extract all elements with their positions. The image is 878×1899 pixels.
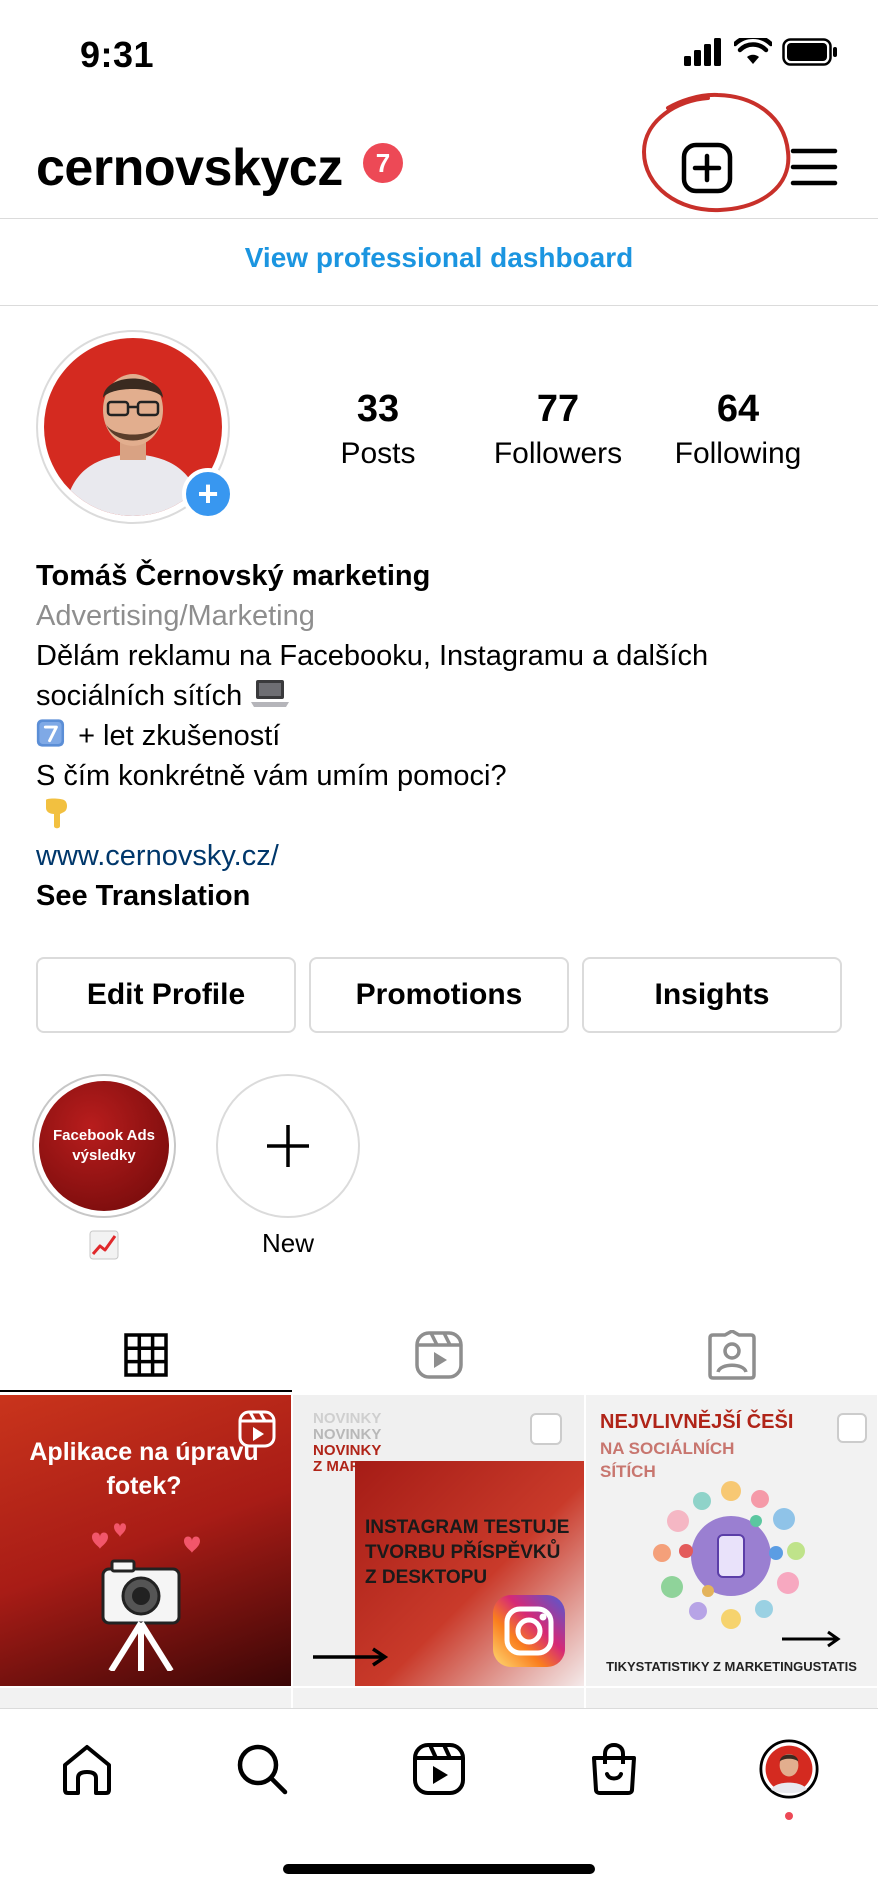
social-media-icons-cluster [653,1481,805,1629]
post-1-caption: Aplikace na úpravu fotek? [29,1438,259,1500]
post-2-header-line-2: NOVINKY [313,1426,382,1443]
bio-line-2: sociálních sítích [36,680,243,712]
nav-home[interactable] [57,1739,117,1799]
post-row-2-peek [293,1688,584,1708]
profile-bio: Tomáš Černovský marketing Advertising/Ma… [36,556,856,916]
username[interactable]: cernovskycz [36,138,343,198]
nav-reels[interactable] [409,1739,469,1799]
chart-increasing-emoji-icon [89,1230,119,1260]
followers-count: 77 [536,388,580,430]
grid-icon [124,1333,168,1377]
insights-button[interactable]: Insights [582,957,842,1033]
reels-icon [415,1331,463,1379]
post-2-checkbox-icon [530,1413,562,1445]
cellular-signal-icon [684,38,721,66]
post-3-checkbox-icon [837,1413,867,1443]
post-tile-1[interactable]: Aplikace na úpravu fotek? [0,1395,291,1686]
post-3-footer: TIKYSTATISTIKY Z MARKETINGUSTATIS [606,1659,857,1674]
profile-activity-dot [785,1812,793,1820]
keycap-seven-emoji-icon [36,719,65,747]
nav-profile[interactable] [759,1739,819,1799]
post-3-subtitle: NA SOCIÁLNÍCH SÍTÍCH [600,1437,734,1483]
bio-line-1: Dělám reklamu na Facebooku, Instagramu a… [36,640,709,672]
post-3-subtitle-line-2: SÍTÍCH [600,1462,656,1481]
post-2-caption: INSTAGRAM TESTUJE TVORBU PŘÍSPĚVKŮ Z DES… [365,1517,570,1588]
tab-tagged[interactable] [586,1315,878,1395]
header-divider [0,218,878,219]
stat-posts[interactable]: 33 Posts [288,388,468,471]
followers-label: Followers [493,437,623,470]
nav-search[interactable] [232,1739,292,1799]
post-3-title: NEJVLIVNĚJŠÍ ČEŠI [600,1411,794,1433]
highlight-new[interactable]: New [216,1074,360,1259]
edit-profile-button[interactable]: Edit Profile [36,957,296,1033]
highlight-facebook-ads[interactable]: Facebook Ads výsledky [32,1074,176,1260]
posts-count: 33 [356,388,400,430]
tab-grid[interactable] [0,1315,292,1395]
shopping-bag-icon [592,1742,636,1795]
home-icon [63,1745,111,1795]
post-tile-2[interactable]: NOVINKY NOVINKY NOVINKY Z MARKETINGU INS… [293,1395,584,1686]
search-icon [237,1744,288,1795]
pointing-down-emoji-icon [46,798,67,829]
posts-label: Posts [340,437,416,470]
stat-followers[interactable]: 77 Followers [468,388,648,471]
plus-icon [267,1125,309,1167]
home-indicator [283,1864,595,1874]
bio-category[interactable]: Advertising/Marketing [36,596,856,636]
post-2-header-line-3: NOVINKY [313,1442,382,1459]
red-hand-drawn-circle-annotation [641,92,791,213]
reels-icon [413,1743,465,1795]
view-professional-dashboard-link[interactable]: View professional dashboard [0,242,878,274]
bio-website-link[interactable]: www.cernovsky.cz/ [36,836,856,876]
arrow-right-icon [782,1630,841,1648]
arrow-right-icon [313,1647,389,1667]
nav-shop[interactable] [584,1739,644,1799]
bio-line-3: + let zkušeností [78,720,281,752]
following-label: Following [674,437,802,470]
battery-icon [782,38,837,66]
tagged-person-icon [708,1330,756,1380]
camera-tripod-icon [92,1523,200,1671]
bio-line-4: S čím konkrétně vám umím pomoci? [36,760,507,792]
post-tile-3[interactable]: NEJVLIVNĚJŠÍ ČEŠI NA SOCIÁLNÍCH SÍTÍCH T… [586,1395,877,1686]
promotions-button[interactable]: Promotions [309,957,569,1033]
post-2-header-line-1: NOVINKY [313,1410,382,1427]
laptop-emoji-icon [251,680,290,707]
new-highlight-label: New [261,1228,314,1258]
status-time: 9:31 [80,34,155,75]
dashboard-divider [0,305,878,306]
post-row-2-peek [586,1688,877,1708]
tab-reels[interactable] [293,1315,585,1395]
bio-line-3-row: + let zkušeností [36,716,856,756]
bio-name: Tomáš Černovský marketing [36,560,431,592]
notification-badge[interactable]: 7 [363,143,403,183]
see-translation-link[interactable]: See Translation [36,876,856,916]
bio-line-2-row: sociálních sítích [36,676,856,716]
post-3-subtitle-line-1: NA SOCIÁLNÍCH [600,1439,735,1458]
add-story-button[interactable]: + [182,468,234,520]
instagram-logo-icon [493,1595,565,1667]
following-count: 64 [716,388,760,430]
status-icons [684,38,838,66]
post-row-2-peek [0,1688,291,1708]
bio-emoji-row [36,796,856,836]
highlight-label [32,1228,176,1260]
stat-following[interactable]: 64 Following [648,388,828,471]
profile-avatar-icon [759,1739,819,1799]
highlight-cover-text: Facebook Ads výsledky [39,1081,169,1211]
wifi-icon [734,38,772,64]
active-tab-indicator [0,1390,292,1392]
